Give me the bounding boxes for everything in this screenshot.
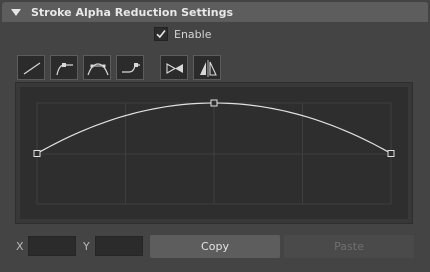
linear-preset-button[interactable] xyxy=(17,55,45,80)
enable-checkbox[interactable] xyxy=(154,27,168,41)
control-point-2[interactable] xyxy=(387,150,395,157)
control-point-0[interactable] xyxy=(33,150,41,157)
ease-in-curve-preset-icon xyxy=(122,63,140,73)
x-input[interactable] xyxy=(28,236,76,256)
paste-button[interactable]: Paste xyxy=(284,235,414,258)
bell-curve-preset-button[interactable] xyxy=(83,55,111,80)
ease-out-preset-button[interactable] xyxy=(50,55,78,80)
section-title: Stroke Alpha Reduction Settings xyxy=(31,5,234,19)
flip-horizontal-button[interactable] xyxy=(193,55,221,80)
ease-out-curve-preset-icon xyxy=(56,63,73,76)
enable-label: Enable xyxy=(174,27,212,41)
flip-vertical-button[interactable] xyxy=(160,55,188,80)
linear-curve-preset-icon xyxy=(23,62,41,75)
section-header[interactable]: Stroke Alpha Reduction Settings xyxy=(2,2,428,22)
flip-vertical-icon xyxy=(166,63,183,74)
x-label: X xyxy=(16,240,24,253)
y-label: Y xyxy=(83,240,90,253)
bell-curve-preset-icon xyxy=(87,63,109,76)
copy-button[interactable]: Copy xyxy=(150,235,280,258)
flip-horizontal-icon xyxy=(200,60,217,77)
enable-row[interactable]: Enable xyxy=(154,26,211,42)
checkmark-icon xyxy=(156,30,166,39)
collapse-arrow-icon[interactable] xyxy=(11,8,21,16)
y-input[interactable] xyxy=(95,236,143,256)
curve-graph[interactable] xyxy=(15,82,413,224)
ease-in-preset-button[interactable] xyxy=(116,55,144,80)
control-point-1[interactable] xyxy=(210,99,218,107)
